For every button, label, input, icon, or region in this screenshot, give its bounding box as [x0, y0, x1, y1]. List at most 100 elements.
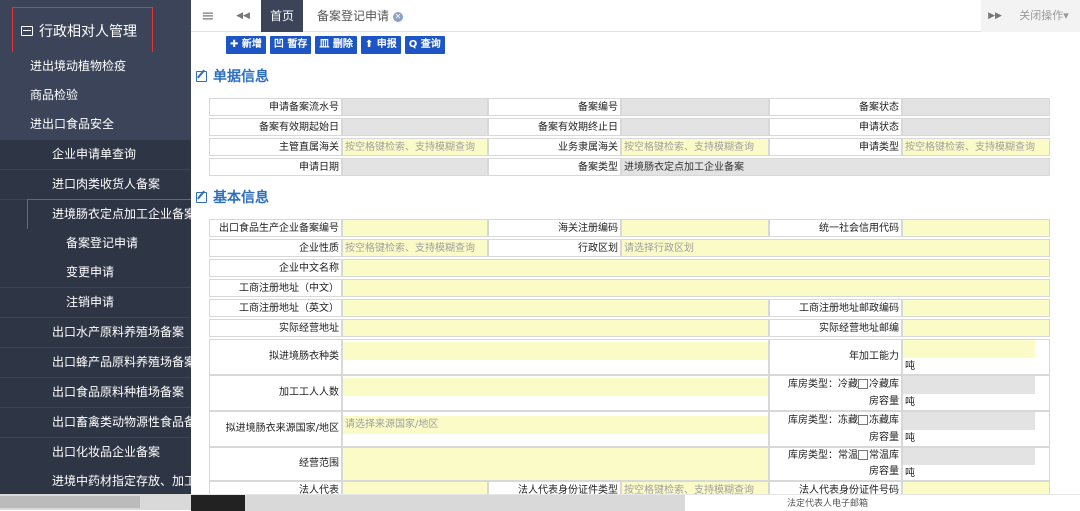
filing-status-label: 备案状态	[769, 98, 902, 116]
sidebar-item-food-safety[interactable]: 进出口食品安全	[0, 110, 191, 139]
business-customs-input[interactable]: 按空格键检索、支持模糊查询	[621, 138, 769, 156]
sidebar-item-planting[interactable]: 出口食品原料种植场备案	[0, 378, 191, 407]
scope-label: 经营范围	[209, 447, 342, 481]
credit-code-label: 统一社会信用代码	[769, 219, 902, 237]
section-doc-info-title: 单据信息	[213, 69, 269, 85]
cn-name-input[interactable]	[342, 259, 1050, 277]
scroll-right-icon[interactable]: ▶▶	[985, 0, 1005, 32]
sidebar: 行政相对人管理 进出境动植物检疫 商品检验 进出口食品安全 企业申请单查询 进口…	[0, 0, 191, 510]
capacity-input[interactable]	[903, 340, 1035, 358]
basic-row-8: 加工工人人数 库房类型：冷藏 冷藏库 房容量 吨	[209, 375, 1050, 411]
normal-capacity-area: 吨	[902, 447, 1050, 481]
customs-code-label: 海关注册编码	[488, 219, 621, 237]
close-tab-icon[interactable]: ✕	[393, 11, 404, 22]
sidebar-item-cosmetics[interactable]: 出口化妆品企业备案	[0, 438, 191, 467]
tab-label: 备案登记申请	[317, 9, 390, 23]
scrollbar-thumb[interactable]	[0, 496, 140, 508]
cold-capacity-area: 吨	[902, 375, 1050, 411]
normal-storage-type: 库房类型：常温	[788, 450, 858, 461]
addr-en-input[interactable]	[342, 299, 769, 317]
sidebar-item-change[interactable]: 变更申请	[0, 258, 191, 287]
close-operations-menu[interactable]: 关闭操作▾	[1011, 0, 1077, 32]
sidebar-item-registration[interactable]: 备案登记申请	[0, 229, 191, 258]
save-draft-button[interactable]: 凹 暂存	[269, 36, 312, 54]
edit-icon	[196, 70, 207, 82]
basic-row-10: 经营范围 库房类型：常温 常温库 房容量 吨	[209, 447, 1050, 481]
export-code-input[interactable]	[342, 219, 488, 237]
tab-bar: ≡ ◀◀ 首页 备案登记申请 ✕ ▶▶ 关闭操作▾	[191, 0, 1080, 32]
basic-row-2: 企业性质 按空格键检索、支持模糊查询 行政区划 请选择行政区划	[209, 239, 1050, 257]
credit-code-input[interactable]	[902, 219, 1050, 237]
menu-toggle-icon[interactable]: ≡	[199, 0, 217, 32]
sidebar-item-cancel[interactable]: 注销申请	[0, 288, 191, 317]
nature-input[interactable]: 按空格键检索、支持模糊查询	[342, 239, 488, 257]
sidebar-item-livestock[interactable]: 出口畜禽类动物源性食品备案	[0, 408, 191, 437]
sidebar-title[interactable]: 行政相对人管理	[12, 7, 153, 54]
add-button[interactable]: ✚ 新增	[226, 36, 266, 54]
addr-cn-input[interactable]	[342, 279, 1050, 297]
basic-row-3: 企业中文名称	[209, 259, 1050, 277]
sidebar-item-herbs[interactable]: 进境中药材指定存放、加工	[0, 467, 191, 496]
scrollbar-track[interactable]	[245, 495, 685, 511]
scope-input[interactable]	[342, 447, 769, 481]
basic-row-6: 实际经营地址 实际经营地址邮编	[209, 319, 1050, 337]
sidebar-item-aquatic[interactable]: 出口水产原料养殖场备案	[0, 318, 191, 347]
section-basic-info-title: 基本信息	[213, 190, 269, 206]
origin-select[interactable]: 请选择来源国家/地区	[343, 416, 768, 434]
sidebar-item-commodity-inspection[interactable]: 商品检验	[0, 81, 191, 110]
filing-type-value: 进境肠衣定点加工企业备案	[621, 158, 1050, 176]
scroll-left-icon[interactable]: ◀◀	[233, 0, 253, 32]
actual-addr-input[interactable]	[342, 319, 769, 337]
cold-capacity-label: 房容量	[869, 396, 899, 407]
edit-icon	[196, 191, 207, 203]
query-button[interactable]: Q 查询	[404, 36, 445, 54]
sidebar-item-bee[interactable]: 出口蜂产品原料养殖场备案	[0, 348, 191, 377]
doc-row-1: 申请备案流水号 备案编号 备案状态	[209, 98, 1050, 116]
sidebar-scrollbar[interactable]	[0, 494, 191, 510]
origin-label: 拟进境肠衣来源国家/地区	[209, 411, 342, 447]
apply-date-field	[342, 158, 488, 176]
normal-capacity-input[interactable]	[903, 448, 1035, 465]
cn-name-label: 企业中文名称	[209, 259, 342, 277]
horizontal-scrollbar[interactable]: 法定代表人电子邮箱	[191, 494, 1080, 511]
basic-row-1: 出口食品生产企业备案编号 海关注册编码 统一社会信用代码	[209, 219, 1050, 237]
frozen-checkbox[interactable]	[858, 415, 868, 425]
cold-checkbox[interactable]	[858, 379, 868, 389]
workers-input[interactable]	[343, 378, 768, 396]
submit-button[interactable]: ⬆ 申报	[360, 36, 401, 54]
delete-button[interactable]: 皿 删除	[315, 36, 357, 54]
casing-type-label: 拟进境肠衣种类	[209, 339, 342, 375]
frozen-capacity-unit: 吨	[905, 433, 915, 444]
casing-type-input[interactable]	[343, 342, 768, 360]
region-label: 行政区划	[488, 239, 621, 257]
workers-label: 加工工人人数	[209, 375, 342, 411]
sidebar-item-plant-quarantine[interactable]: 进出境动植物检疫	[0, 52, 191, 81]
actual-zip-input[interactable]	[902, 319, 1050, 337]
tab-registration[interactable]: 备案登记申请 ✕	[309, 0, 419, 32]
sidebar-item-application-query[interactable]: 企业申请单查询	[0, 140, 191, 169]
cold-capacity-input[interactable]	[903, 376, 1035, 394]
addr-zip-input[interactable]	[902, 299, 1050, 317]
actual-addr-label: 实际经营地址	[209, 319, 342, 337]
filing-no-field	[621, 98, 769, 116]
frozen-capacity-input[interactable]	[903, 412, 1035, 430]
tab-home[interactable]: 首页	[261, 0, 303, 32]
region-select[interactable]: 请选择行政区划	[621, 239, 1050, 257]
serial-no-field	[342, 98, 488, 116]
filing-type-label: 备案类型	[488, 158, 621, 176]
sidebar-item-meat-consignee[interactable]: 进口肉类收货人备案	[0, 170, 191, 199]
apply-type-input[interactable]: 按空格键检索、支持模糊查询	[902, 138, 1050, 156]
main-customs-input[interactable]: 按空格键检索、支持模糊查询	[342, 138, 488, 156]
export-code-label: 出口食品生产企业备案编号	[209, 219, 342, 237]
valid-start-label: 备案有效期起始日	[209, 118, 342, 136]
section-doc-info: 单据信息	[196, 66, 269, 86]
normal-checkbox[interactable]	[858, 450, 868, 460]
customs-code-input[interactable]	[621, 219, 769, 237]
capacity-label: 年加工能力	[769, 339, 902, 375]
basic-row-5: 工商注册地址（英文） 工商注册地址邮政编码	[209, 299, 1050, 317]
tab-bar-right: ▶▶ 关闭操作▾	[981, 0, 1080, 32]
cold-checkbox-label: 冷藏库	[869, 379, 899, 390]
basic-row-7: 拟进境肠衣种类 年加工能力 吨	[209, 339, 1050, 375]
frozen-storage-type: 库房类型：冻藏	[788, 415, 858, 426]
capacity-area: 吨	[902, 339, 1050, 375]
